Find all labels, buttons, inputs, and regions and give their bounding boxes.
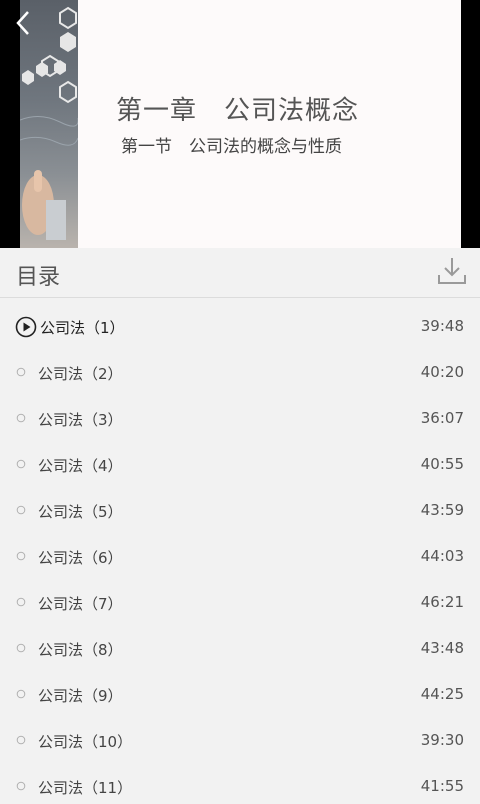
lesson-duration: 40:20 [420, 363, 464, 381]
lesson-row[interactable]: 公司法（10） 39:30 [0, 712, 480, 758]
download-button[interactable] [436, 255, 468, 287]
lesson-duration: 44:03 [420, 547, 464, 565]
lesson-duration: 43:59 [420, 501, 464, 519]
lesson-title: 公司法（2） [38, 365, 123, 383]
lesson-title: 公司法（10） [38, 733, 133, 751]
lesson-title: 公司法（6） [38, 549, 123, 567]
lesson-title: 公司法（5） [38, 503, 123, 521]
lesson-title: 公司法（1） [40, 319, 125, 337]
dot-circle-icon [16, 547, 28, 561]
dot-circle-icon [16, 455, 28, 469]
dot-circle-icon [16, 731, 28, 745]
lesson-row[interactable]: 公司法（11） 41:55 [0, 758, 480, 804]
lesson-row[interactable]: 公司法（3） 36:07 [0, 390, 480, 436]
slide-subtitle: 第一节 公司法的概念与性质 [121, 137, 342, 157]
dot-circle-icon [16, 639, 28, 653]
lesson-row[interactable]: 公司法（6） 44:03 [0, 528, 480, 574]
lesson-row[interactable]: 公司法（2） 40:20 [0, 344, 480, 390]
lesson-duration: 41:55 [420, 777, 464, 795]
lesson-row[interactable]: 公司法（8） 43:48 [0, 620, 480, 666]
lesson-title: 公司法（4） [38, 457, 123, 475]
download-icon [438, 258, 466, 284]
lesson-title: 公司法（7） [38, 595, 123, 613]
lesson-row[interactable]: 公司法（9） 44:25 [0, 666, 480, 712]
dot-circle-icon [16, 501, 28, 515]
toc-header: 目录 [0, 248, 480, 298]
lesson-duration: 40:55 [420, 455, 464, 473]
back-button[interactable] [10, 8, 40, 38]
lesson-list: 公司法（1） 39:48 公司法（2） 40:20 公司法（3） 36:07 公司法（4） 4… [0, 298, 480, 804]
lesson-duration: 39:48 [420, 317, 464, 335]
lesson-row[interactable]: 公司法（7） 46:21 [0, 574, 480, 620]
lesson-duration: 36:07 [420, 409, 464, 427]
toc-title: 目录 [16, 265, 61, 290]
lesson-duration: 43:48 [420, 639, 464, 657]
lesson-duration: 39:30 [420, 731, 464, 749]
dot-circle-icon [16, 593, 28, 607]
lesson-row[interactable]: 公司法（4） 40:55 [0, 436, 480, 482]
lesson-row[interactable]: 公司法（1） 39:48 [0, 298, 480, 344]
lesson-duration: 46:21 [420, 593, 464, 611]
play-circle-icon [15, 316, 37, 338]
dot-circle-icon [16, 685, 28, 699]
dot-circle-icon [16, 777, 28, 791]
lesson-title: 公司法（3） [38, 411, 123, 429]
lesson-duration: 44:25 [420, 685, 464, 703]
lesson-title: 公司法（9） [38, 687, 123, 705]
chevron-left-icon [16, 11, 29, 35]
video-player[interactable]: 第一章 公司法概念 第一节 公司法的概念与性质 [0, 0, 480, 248]
lesson-title: 公司法（11） [38, 779, 133, 797]
slide-title: 第一章 公司法概念 [116, 96, 360, 126]
lesson-row[interactable]: 公司法（5） 43:59 [0, 482, 480, 528]
dot-circle-icon [16, 409, 28, 423]
video-slide: 第一章 公司法概念 第一节 公司法的概念与性质 [20, 0, 461, 248]
lesson-title: 公司法（8） [38, 641, 123, 659]
dot-circle-icon [16, 363, 28, 377]
